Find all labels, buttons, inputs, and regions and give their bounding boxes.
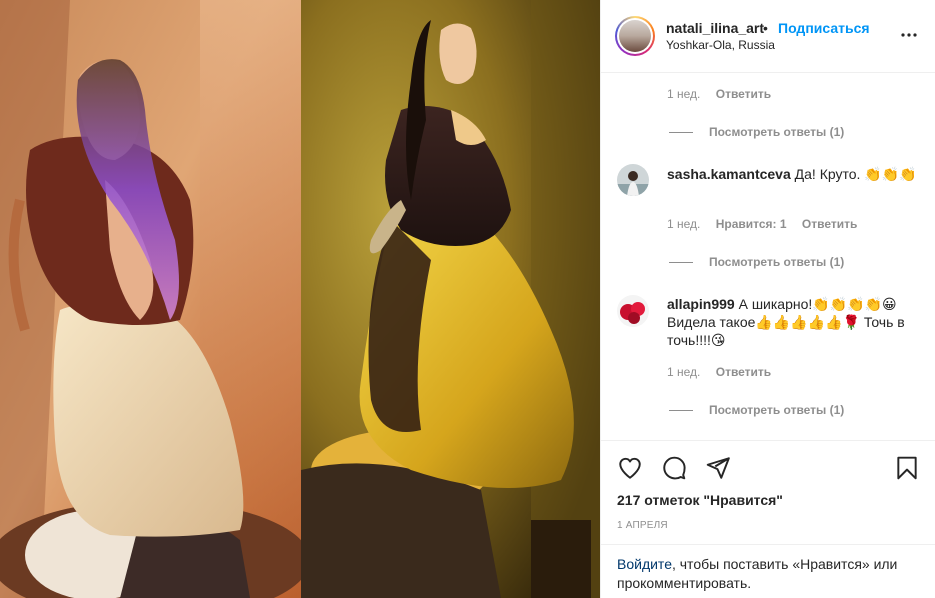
comment-text: sasha.kamantceva Да! Круто. 👏👏👏: [667, 165, 922, 183]
view-replies-button[interactable]: Посмотреть ответы (1): [669, 125, 844, 139]
photo-right-panel: [301, 0, 600, 598]
photo-right-illustration: [301, 0, 600, 598]
reply-button[interactable]: Ответить: [802, 217, 857, 231]
action-bar: [601, 440, 935, 494]
replies-line: [669, 262, 693, 264]
follow-button[interactable]: Подписаться: [778, 20, 870, 36]
comment-avatar-image: [617, 164, 649, 196]
login-prompt: Войдите, чтобы поставить «Нравится» или …: [601, 544, 935, 598]
photo-left-panel: [0, 0, 301, 598]
reply-button[interactable]: Ответить: [716, 365, 771, 379]
separator-dot: •: [763, 20, 768, 36]
comment-body: Да! Круто. 👏👏👏: [794, 166, 917, 182]
replies-line: [669, 410, 693, 412]
comment-time: 1 нед.: [667, 217, 701, 231]
view-replies-label: Посмотреть ответы (1): [709, 403, 845, 417]
likes-count[interactable]: 217 отметок "Нравится": [617, 492, 783, 508]
post-header: natali_ilina_art • Подписаться Yoshkar-O…: [601, 0, 935, 73]
avatar[interactable]: [615, 16, 655, 56]
post-image[interactable]: [0, 0, 600, 598]
reply-button[interactable]: Ответить: [716, 87, 771, 101]
replies-line: [669, 132, 693, 134]
comment-avatar[interactable]: [617, 164, 649, 196]
view-replies-button[interactable]: Посмотреть ответы (1): [669, 403, 844, 417]
bookmark-icon[interactable]: [894, 455, 920, 481]
view-replies-button[interactable]: Посмотреть ответы (1): [669, 255, 844, 269]
view-replies-label: Посмотреть ответы (1): [709, 255, 845, 269]
more-horizontal-icon[interactable]: [900, 24, 918, 46]
share-icon[interactable]: [705, 455, 731, 481]
comment-avatar-image: [617, 295, 649, 327]
comment-username[interactable]: allapin999: [667, 296, 735, 312]
comment-text: allapin999 А шикарно!👏👏👏👏😀 Видела такое👍…: [667, 295, 922, 349]
comment-meta: 1 нед. Ответить: [667, 87, 783, 101]
post-location[interactable]: Yoshkar-Ola, Russia: [666, 38, 775, 52]
comment-meta: 1 нед. Нравится: 1 Ответить: [667, 217, 869, 231]
post-username[interactable]: natali_ilina_art: [666, 20, 764, 36]
view-replies-label: Посмотреть ответы (1): [709, 125, 845, 139]
comment-time: 1 нед.: [667, 87, 701, 101]
comment-avatar[interactable]: [617, 295, 649, 327]
heart-icon[interactable]: [617, 455, 643, 481]
comments-list[interactable]: 1 нед. Ответить Посмотреть ответы (1) sa…: [601, 74, 935, 440]
comment-meta: 1 нед. Ответить: [667, 365, 783, 379]
post-sidebar: natali_ilina_art • Подписаться Yoshkar-O…: [600, 0, 935, 598]
comment-username[interactable]: sasha.kamantceva: [667, 166, 791, 182]
avatar-image: [619, 20, 651, 52]
comment-time: 1 нед.: [667, 365, 701, 379]
comment-likes[interactable]: Нравится: 1: [716, 217, 787, 231]
login-link[interactable]: Войдите: [617, 556, 672, 572]
post-date[interactable]: 1 апреля: [617, 520, 668, 531]
comment-icon[interactable]: [661, 455, 687, 481]
photo-left-illustration: [0, 0, 301, 598]
avatar-ring-inner: [617, 18, 653, 54]
